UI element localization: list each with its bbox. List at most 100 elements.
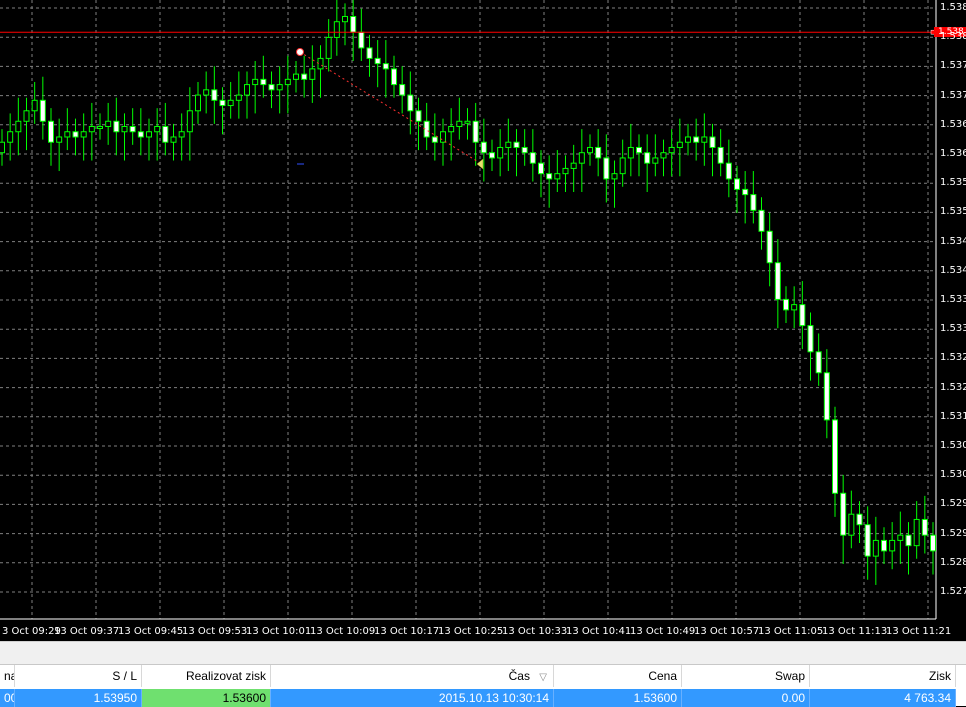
- time-axis-label: 13 Oct 10:25: [438, 626, 504, 637]
- price-axis-label: 1.533: [940, 323, 966, 335]
- panel-separator[interactable]: [0, 641, 966, 664]
- time-axis-label: 13 Oct 10:01: [246, 626, 312, 637]
- candle-body: [725, 162, 732, 180]
- candle-body: [587, 146, 593, 154]
- candle-body: [881, 539, 887, 552]
- candle-body: [456, 120, 463, 128]
- candle-body: [382, 63, 389, 70]
- price-axis-label: 1.536: [940, 148, 966, 159]
- time-axis-label: 13 Oct 10:09: [310, 626, 376, 637]
- candle-body: [260, 78, 267, 86]
- row-swap: 0.00: [682, 689, 810, 707]
- header-time[interactable]: Čas ▽: [271, 665, 554, 687]
- header-sl[interactable]: S / L: [15, 665, 142, 687]
- price-axis-label: 1.537: [940, 89, 966, 101]
- candle-body: [219, 99, 226, 107]
- candle-body: [578, 152, 585, 164]
- candle-body: [0, 141, 5, 154]
- candle-body: [23, 110, 30, 122]
- candle-body: [186, 110, 193, 133]
- time-axis-label: 13 Oct 09:45: [118, 626, 184, 637]
- candle-body: [374, 57, 381, 65]
- row-price: 1.53600: [554, 689, 682, 707]
- price-axis-label: 1.538: [940, 31, 966, 43]
- header-type[interactable]: na: [0, 665, 15, 687]
- time-axis-label: 13 Oct 10:33: [502, 626, 568, 637]
- candle-body: [170, 136, 177, 143]
- candle-body: [905, 534, 912, 547]
- candle-body: [864, 524, 871, 557]
- header-profit[interactable]: Zisk: [810, 665, 956, 687]
- price-axis-label: 1.535: [940, 177, 966, 189]
- price-axis-label: 1.530: [940, 440, 966, 451]
- candle-body: [619, 157, 626, 175]
- price-chart[interactable]: 1.5381.5391.5381.5381.5371.5371.5361.536…: [0, 0, 966, 641]
- candle-body: [15, 120, 22, 133]
- candle-body: [717, 146, 724, 164]
- candle-body: [407, 94, 414, 112]
- candle-body: [766, 230, 773, 264]
- trade-entry-marker: [296, 48, 304, 56]
- sort-descending-icon: ▽: [539, 672, 547, 683]
- candle-body: [603, 157, 610, 180]
- header-time-label: Čas: [508, 669, 530, 683]
- price-axis-label: 1.535: [940, 206, 966, 218]
- time-axis-label: 13 Oct 11:13: [822, 626, 888, 637]
- time-axis-label: 13 Oct 10:17: [374, 626, 440, 637]
- candle-body: [301, 73, 308, 80]
- time-axis-label: 13 Oct 10:49: [630, 626, 696, 637]
- candle-body: [293, 73, 299, 80]
- candlestick-chart-canvas[interactable]: [0, 0, 966, 641]
- header-tp[interactable]: Realizovat zisk: [142, 665, 271, 687]
- candle-body: [644, 152, 651, 164]
- candle-body: [791, 304, 798, 311]
- candle-body: [815, 351, 822, 374]
- candle-body: [80, 131, 87, 138]
- candle-body: [889, 539, 896, 552]
- candle-body: [562, 167, 569, 175]
- price-axis-label: 1.534: [940, 264, 966, 276]
- time-axis-label: 13 Oct 10:57: [694, 626, 760, 637]
- candle-body: [750, 194, 757, 211]
- candle-body: [431, 136, 438, 143]
- candle-body: [513, 141, 520, 148]
- candle-body: [129, 126, 136, 133]
- row-sl: 1.53950: [15, 689, 142, 707]
- candle-body: [521, 146, 528, 154]
- candle-body: [137, 131, 144, 138]
- candle-body: [235, 94, 242, 101]
- header-swap[interactable]: Swap: [682, 665, 810, 687]
- candle-body: [39, 99, 46, 122]
- price-axis-label: 1.530: [940, 469, 966, 481]
- candle-body: [856, 513, 863, 526]
- candle-body: [309, 68, 316, 80]
- candle-body: [31, 99, 38, 112]
- trade-terminal-panel: na S / L Realizovat zisk Čas ▽ Cena Swap…: [0, 664, 966, 707]
- candle-body: [154, 126, 161, 133]
- candle-body: [121, 126, 128, 133]
- candle-body: [693, 136, 700, 143]
- candle-body: [627, 146, 634, 159]
- candle-body: [56, 136, 63, 143]
- candle-body: [529, 152, 536, 164]
- candle-body: [709, 136, 716, 148]
- candle-body: [105, 120, 112, 128]
- candle-body: [636, 146, 642, 154]
- row-profit: 4 763.34: [810, 689, 956, 707]
- candle-body: [774, 262, 781, 300]
- candle-body: [505, 141, 512, 148]
- candle-body: [685, 136, 691, 143]
- time-axis-label: 13 Oct 11:05: [758, 626, 824, 637]
- price-axis-label: 1.531: [940, 410, 966, 422]
- candle-body: [48, 120, 54, 143]
- candle-body: [399, 84, 406, 96]
- candle-body: [921, 518, 928, 536]
- header-price[interactable]: Cena: [554, 665, 682, 687]
- candle-body: [480, 141, 487, 154]
- candle-body: [652, 157, 659, 164]
- row-type: 00: [0, 689, 15, 707]
- candle-body: [284, 78, 291, 86]
- candle-body: [276, 84, 283, 91]
- candle-body: [64, 131, 71, 138]
- price-axis-label: 1.534: [940, 235, 966, 247]
